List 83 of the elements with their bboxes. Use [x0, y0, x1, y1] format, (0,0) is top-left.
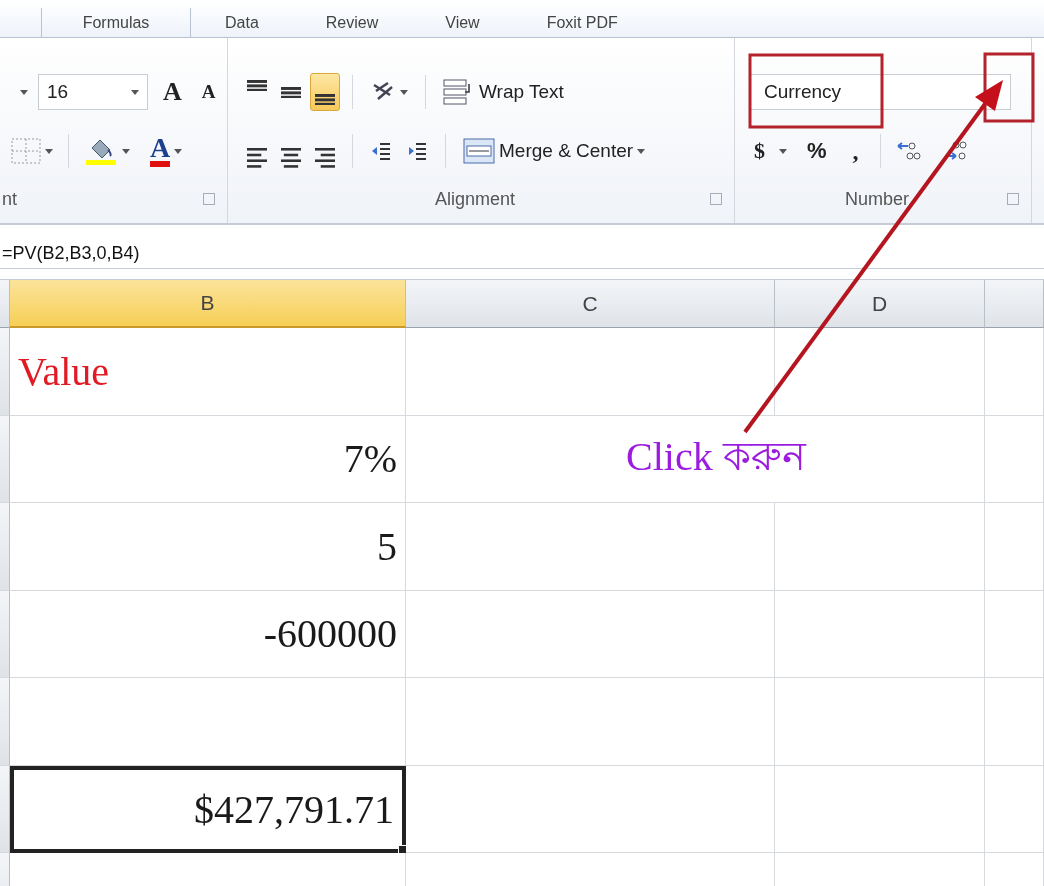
table-cell[interactable]: -600000: [10, 590, 406, 678]
comma-style-button[interactable]: ,: [841, 132, 870, 171]
group-label: Number: [845, 188, 909, 209]
grow-font-button[interactable]: A: [158, 73, 187, 112]
align-lines-icon: [315, 94, 335, 105]
table-cell[interactable]: [406, 328, 775, 416]
column-header[interactable]: D: [775, 280, 985, 328]
table-cell[interactable]: [775, 590, 985, 678]
table-cell[interactable]: [406, 590, 775, 678]
merge-cells-icon: [463, 137, 495, 166]
font-color-button[interactable]: A: [145, 132, 188, 171]
dialog-launcher-icon[interactable]: [710, 193, 722, 206]
cell-text: Click করুন: [626, 433, 806, 482]
font-size-dropdown[interactable]: 16: [38, 74, 148, 111]
table-cell[interactable]: Click করুন: [406, 415, 985, 503]
group-label: nt: [2, 188, 17, 210]
dialog-launcher-icon[interactable]: [203, 193, 215, 206]
increase-indent-icon: [406, 140, 428, 163]
caret-icon: [45, 148, 53, 154]
ribbon-tab[interactable]: Formulas: [42, 8, 191, 37]
caret-icon: [122, 148, 130, 154]
merge-center-button[interactable]: Merge & Center: [458, 132, 651, 171]
formula-input[interactable]: =PV(B2,B3,0,B4): [2, 242, 602, 264]
table-cell[interactable]: [985, 503, 1044, 591]
align-lines-icon: [281, 87, 301, 98]
cell-text: Value: [18, 347, 110, 395]
row-header[interactable]: [0, 503, 10, 591]
row-header[interactable]: [0, 415, 10, 503]
wrap-text-button[interactable]: Wrap Text: [438, 73, 569, 112]
ribbon-tab[interactable]: Review: [291, 8, 412, 37]
table-cell[interactable]: [406, 765, 775, 853]
table-cell[interactable]: [775, 503, 985, 591]
column-header[interactable]: [985, 280, 1044, 328]
group-label: Alignment: [434, 188, 515, 209]
table-cell[interactable]: [985, 590, 1044, 678]
row-header[interactable]: [0, 678, 10, 766]
align-bottom-button[interactable]: [310, 73, 340, 112]
align-lines-icon: [281, 148, 301, 169]
caret-icon: [779, 148, 787, 154]
borders-icon: [11, 138, 41, 165]
table-cell[interactable]: [775, 328, 985, 416]
column-header[interactable]: B: [10, 280, 406, 328]
cell-text: 7%: [343, 435, 397, 483]
table-cell[interactable]: [775, 678, 985, 766]
decrease-indent-icon: [370, 140, 392, 163]
caret-icon: [131, 90, 139, 95]
table-cell[interactable]: $427,791.71: [10, 765, 406, 853]
cell-text: 5: [377, 522, 397, 570]
ribbon-tab[interactable]: Foxit PDF: [512, 8, 651, 37]
align-lines-icon: [247, 80, 267, 91]
table-cell[interactable]: 7%: [10, 415, 406, 503]
percent-button[interactable]: %: [802, 132, 832, 171]
row-header[interactable]: [0, 590, 10, 678]
caret-icon: [20, 90, 28, 95]
ribbon-tab[interactable]: View: [411, 8, 513, 37]
table-cell[interactable]: [406, 503, 775, 591]
table-cell[interactable]: [985, 415, 1044, 503]
table-cell[interactable]: 5: [10, 503, 406, 591]
ribbon-tab[interactable]: Data: [191, 8, 292, 37]
row-header[interactable]: [0, 328, 10, 416]
table-cell[interactable]: [406, 678, 775, 766]
cell-text: -600000: [263, 610, 397, 658]
column-header[interactable]: C: [406, 280, 775, 328]
table-cell[interactable]: Value: [10, 328, 406, 416]
dialog-launcher-icon[interactable]: [1007, 193, 1019, 206]
shrink-font-button[interactable]: A: [196, 73, 221, 112]
align-lines-icon: [315, 148, 335, 169]
row-header[interactable]: [0, 765, 10, 853]
number-format-dropdown[interactable]: Currency: [749, 74, 1011, 111]
table-cell[interactable]: [775, 765, 985, 853]
currency-format-button[interactable]: $: [749, 132, 792, 171]
table-cell[interactable]: [985, 765, 1044, 853]
select-all-corner[interactable]: [0, 280, 10, 328]
table-cell[interactable]: [10, 678, 406, 766]
cell-text: $427,791.71: [194, 785, 394, 833]
table-cell[interactable]: [985, 328, 1044, 416]
caret-icon: [174, 148, 183, 154]
align-lines-icon: [247, 148, 267, 169]
highlight-frame: [983, 52, 1035, 123]
caret-icon: [400, 90, 408, 95]
fill-handle[interactable]: [398, 845, 407, 854]
caret-icon: [637, 148, 646, 154]
table-cell[interactable]: [985, 678, 1044, 766]
